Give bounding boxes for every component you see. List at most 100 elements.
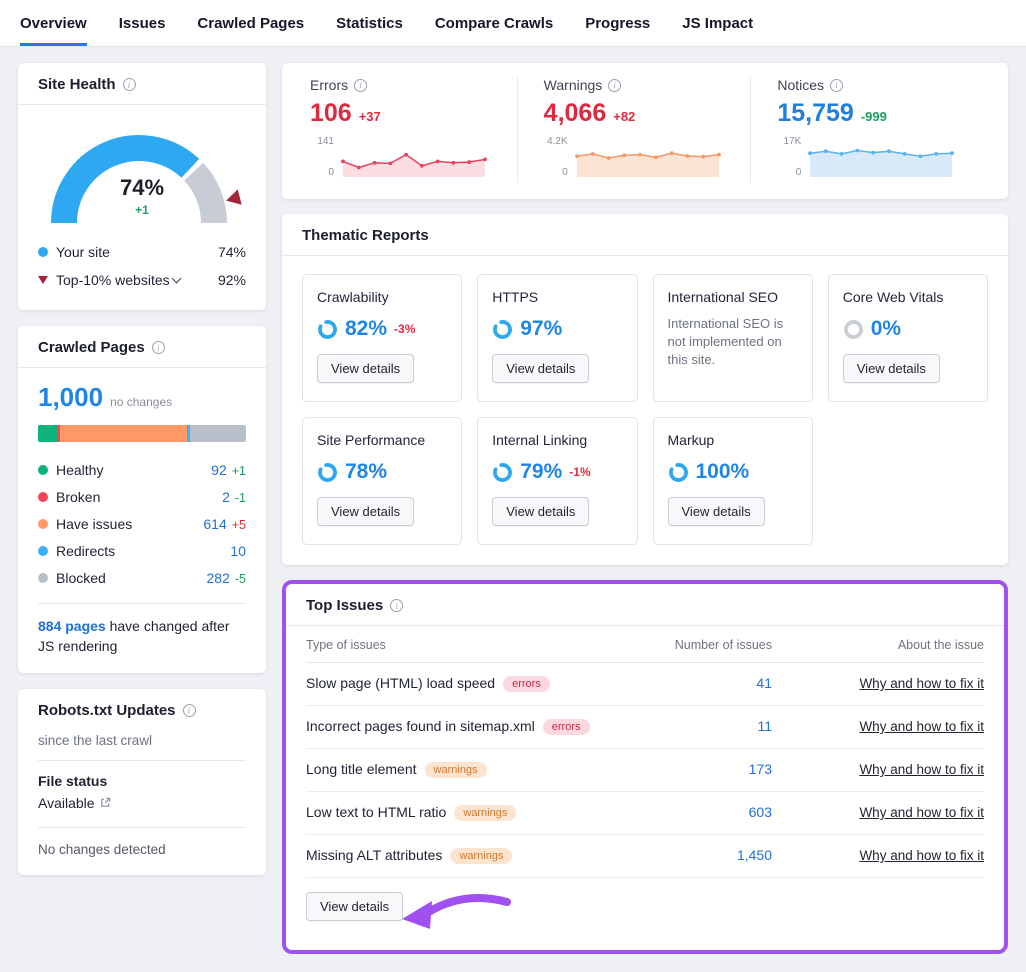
metric-label: Errors	[310, 77, 348, 93]
view-details-button[interactable]: View details	[492, 497, 589, 526]
issue-count-link[interactable]: 1,450	[737, 847, 772, 863]
column-type-of-issues: Type of issues	[306, 638, 622, 652]
thematic-card-https: HTTPS 97% View details	[477, 274, 637, 402]
view-details-button[interactable]: View details	[492, 354, 589, 383]
view-details-button[interactable]: View details	[317, 354, 414, 383]
progress-ring-icon	[492, 462, 513, 483]
errors-value[interactable]: 106	[310, 99, 352, 128]
legend-delta: -1	[235, 491, 246, 505]
why-how-to-fix-link[interactable]: Why and how to fix it	[859, 848, 984, 863]
crawled-pages-total-note: no changes	[110, 395, 172, 409]
info-icon[interactable]	[183, 704, 196, 717]
thematic-value: 100%	[696, 460, 750, 484]
robots-txt-title: Robots.txt Updates	[38, 702, 176, 719]
column-number-of-issues: Number of issues	[622, 638, 772, 652]
tab-overview[interactable]: Overview	[20, 0, 87, 46]
warnings-chart: 4.2K 0	[544, 136, 747, 183]
robots-subtitle: since the last crawl	[38, 733, 246, 761]
crawled-pages-header: Crawled Pages	[18, 326, 266, 368]
issue-count-link[interactable]: 603	[749, 804, 772, 820]
y-axis-labels: 4.2K 0	[544, 136, 568, 178]
issue-count-link[interactable]: 41	[756, 675, 772, 691]
notices-sparkline	[807, 136, 957, 183]
crawled-pages-total[interactable]: 1,000	[38, 382, 103, 413]
thematic-grid: Crawlability 82% -3% View details HTTPS …	[282, 256, 1008, 565]
top-issues-highlight: Top Issues Type of issues Number of issu…	[282, 580, 1008, 954]
y-max: 17K	[777, 136, 801, 147]
issue-count-link[interactable]: 11	[757, 718, 772, 734]
chevron-down-icon[interactable]	[171, 274, 181, 284]
info-icon[interactable]	[390, 599, 403, 612]
view-details-button[interactable]: View details	[668, 497, 765, 526]
robots-txt-header: Robots.txt Updates	[18, 689, 266, 721]
file-status-link[interactable]: Available	[38, 795, 111, 811]
redirects-count-link[interactable]: 10	[230, 543, 246, 559]
thematic-delta: -3%	[394, 322, 415, 336]
errors-chart: 141 0	[310, 136, 513, 183]
top-issues-view-details-button[interactable]: View details	[306, 892, 403, 921]
sidebar: Site Health 74% +1 Your site 74%	[18, 63, 266, 954]
thematic-card-title: International SEO	[668, 289, 798, 305]
thematic-card-internal-linking: Internal Linking 79% -1% View details	[477, 417, 637, 545]
have-issues-count-link[interactable]: 614	[203, 516, 226, 532]
crawled-pages-card: Crawled Pages 1,000 no changes Heal	[18, 326, 266, 673]
info-icon[interactable]	[830, 79, 843, 92]
tab-progress[interactable]: Progress	[585, 0, 650, 46]
issue-count-link[interactable]: 173	[749, 761, 772, 777]
legend-label: Healthy	[56, 462, 103, 478]
why-how-to-fix-link[interactable]: Why and how to fix it	[859, 719, 984, 734]
gauge-value: 74%	[39, 175, 245, 201]
warnings-value[interactable]: 4,066	[544, 99, 607, 128]
severity-badge: warnings	[450, 848, 512, 864]
issue-name: Incorrect pages found in sitemap.xml	[306, 718, 535, 734]
notices-value[interactable]: 15,759	[777, 99, 853, 128]
y-max: 4.2K	[544, 136, 568, 147]
tab-issues[interactable]: Issues	[119, 0, 166, 46]
why-how-to-fix-link[interactable]: Why and how to fix it	[859, 676, 984, 691]
blue-dot-icon	[38, 546, 48, 556]
info-icon[interactable]	[354, 79, 367, 92]
crawled-pages-body: 1,000 no changes Healthy 92+1	[18, 368, 266, 673]
file-status-value: Available	[38, 795, 95, 811]
info-icon[interactable]	[608, 79, 621, 92]
thematic-card-title: Markup	[668, 432, 798, 448]
bar-segment-issues	[60, 425, 188, 442]
metrics-card: Errors 106 +37 141 0 Warnings	[282, 63, 1008, 199]
metric-label: Warnings	[544, 77, 603, 93]
info-icon[interactable]	[152, 341, 165, 354]
thematic-reports-card: Thematic Reports Crawlability 82% -3% Vi…	[282, 214, 1008, 565]
info-icon[interactable]	[123, 78, 136, 91]
view-details-button[interactable]: View details	[843, 354, 940, 383]
tab-crawled-pages[interactable]: Crawled Pages	[197, 0, 304, 46]
legend-top10-websites[interactable]: Top-10% websites 92%	[38, 266, 246, 294]
site-health-gauge: 74% +1	[39, 123, 245, 232]
red-dot-icon	[38, 492, 48, 502]
warnings-sparkline	[574, 136, 724, 183]
legend-label: Top-10% websites	[56, 272, 180, 288]
table-row: Missing ALT attributeswarnings 1,450 Why…	[306, 835, 984, 878]
notices-chart: 17K 0	[777, 136, 980, 183]
metric-warnings: Warnings 4,066 +82 4.2K 0	[517, 77, 751, 183]
broken-count-link[interactable]: 2	[222, 489, 230, 505]
blocked-count-link[interactable]: 282	[207, 570, 230, 586]
severity-badge: warnings	[425, 762, 487, 778]
changed-pages-link[interactable]: 884 pages	[38, 618, 106, 634]
site-health-title: Site Health	[38, 76, 116, 93]
progress-ring-icon	[492, 319, 513, 340]
green-dot-icon	[38, 465, 48, 475]
legend-delta: -5	[235, 572, 246, 586]
healthy-count-link[interactable]: 92	[211, 462, 227, 478]
robots-txt-body: since the last crawl File status Availab…	[18, 721, 266, 875]
metric-label-row: Errors	[310, 77, 513, 93]
issue-name: Slow page (HTML) load speed	[306, 675, 495, 691]
why-how-to-fix-link[interactable]: Why and how to fix it	[859, 805, 984, 820]
severity-badge: errors	[503, 676, 550, 692]
tab-statistics[interactable]: Statistics	[336, 0, 403, 46]
view-details-button[interactable]: View details	[317, 497, 414, 526]
tab-js-impact[interactable]: JS Impact	[682, 0, 753, 46]
top-issues-card: Top Issues Type of issues Number of issu…	[286, 584, 1004, 950]
tab-compare-crawls[interactable]: Compare Crawls	[435, 0, 553, 46]
legend-label: Blocked	[56, 570, 106, 586]
legend-your-site: Your site 74%	[38, 238, 246, 266]
why-how-to-fix-link[interactable]: Why and how to fix it	[859, 762, 984, 777]
